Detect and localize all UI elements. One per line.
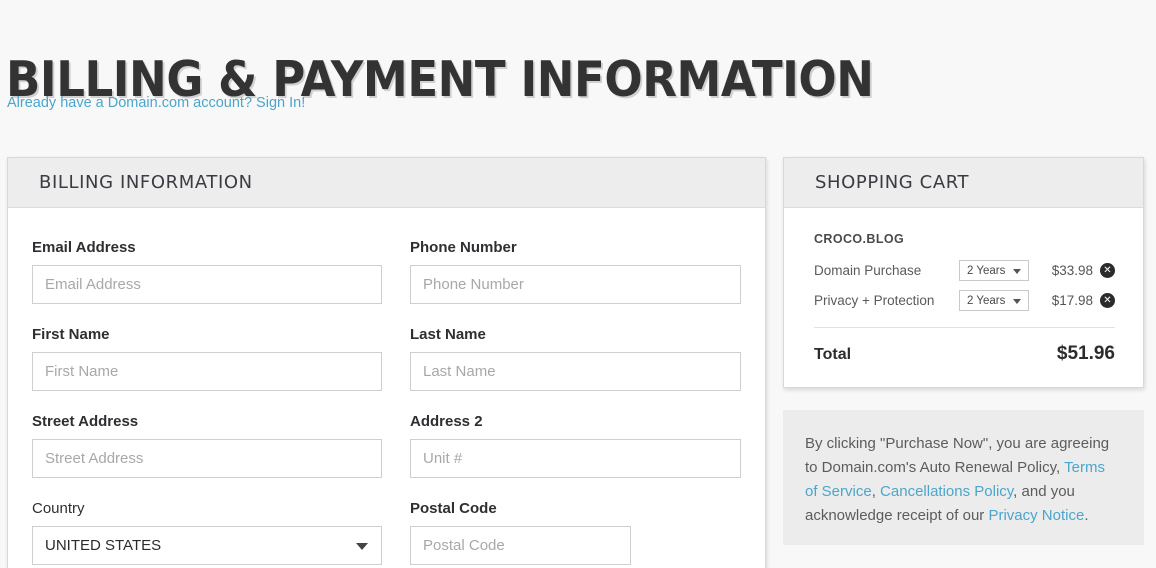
cart-total-label: Total bbox=[814, 346, 852, 363]
field-postal-code: Postal Code bbox=[410, 499, 741, 565]
close-circle-icon[interactable]: ✕ bbox=[1100, 293, 1115, 308]
email-address-input[interactable] bbox=[32, 265, 382, 304]
label-last-name: Last Name bbox=[410, 326, 486, 343]
cart-item-row: Domain Purchase 2 Years $33.98 ✕ bbox=[814, 260, 1115, 281]
term-select-value: 2 Years bbox=[967, 294, 1006, 307]
label-country: Country bbox=[32, 500, 85, 517]
field-phone-number: Phone Number bbox=[410, 238, 741, 304]
field-first-name: First Name bbox=[32, 325, 382, 391]
billing-panel-title: BILLING INFORMATION bbox=[39, 172, 253, 193]
label-address-2: Address 2 bbox=[410, 413, 483, 430]
cart-panel-title: SHOPPING CART bbox=[815, 172, 970, 193]
field-last-name: Last Name bbox=[410, 325, 741, 391]
cart-item-label: Domain Purchase bbox=[814, 263, 922, 278]
chevron-down-icon bbox=[1013, 268, 1021, 274]
street-address-input[interactable] bbox=[32, 439, 382, 478]
cancellations-policy-link[interactable]: Cancellations Policy bbox=[880, 483, 1013, 500]
signin-link[interactable]: Already have a Domain.com account? Sign … bbox=[7, 94, 305, 112]
billing-form: Email Address Phone Number First Name La… bbox=[8, 208, 765, 568]
field-street-address: Street Address bbox=[32, 412, 382, 478]
billing-panel-header: BILLING INFORMATION bbox=[8, 158, 765, 208]
purchase-disclaimer: By clicking "Purchase Now", you are agre… bbox=[783, 410, 1144, 545]
country-select-value[interactable]: UNITED STATES bbox=[32, 526, 382, 565]
cart-total-value: $51.96 bbox=[1056, 343, 1115, 364]
cart-domain-name: CROCO.BLOG bbox=[814, 232, 905, 246]
cart-item-price: $33.98 bbox=[1051, 263, 1093, 278]
postal-code-input[interactable] bbox=[410, 526, 631, 565]
first-name-input[interactable] bbox=[32, 352, 382, 391]
shopping-cart-panel: SHOPPING CART CROCO.BLOG Domain Purchase… bbox=[783, 157, 1144, 388]
close-circle-icon[interactable]: ✕ bbox=[1100, 263, 1115, 278]
cart-item-row: Privacy + Protection 2 Years $17.98 ✕ bbox=[814, 290, 1115, 311]
country-select[interactable]: UNITED STATES bbox=[32, 526, 382, 565]
term-select-value: 2 Years bbox=[967, 264, 1006, 277]
field-address-2: Address 2 bbox=[410, 412, 741, 478]
cart-item-label: Privacy + Protection bbox=[814, 293, 935, 308]
label-phone-number: Phone Number bbox=[410, 239, 517, 256]
cart-item-price: $17.98 bbox=[1051, 293, 1093, 308]
phone-number-input[interactable] bbox=[410, 265, 741, 304]
label-street-address: Street Address bbox=[32, 413, 139, 430]
field-email-address: Email Address bbox=[32, 238, 382, 304]
disclaimer-text-2: , bbox=[871, 483, 881, 500]
cart-total-row: Total $51.96 bbox=[814, 328, 1115, 365]
address-2-input[interactable] bbox=[410, 439, 741, 478]
field-country: Country UNITED STATES bbox=[32, 499, 382, 565]
term-select-privacy-protection[interactable]: 2 Years bbox=[959, 290, 1029, 311]
term-select-domain-purchase[interactable]: 2 Years bbox=[959, 260, 1029, 281]
label-first-name: First Name bbox=[32, 326, 110, 343]
billing-information-panel: BILLING INFORMATION Email Address Phone … bbox=[7, 157, 766, 568]
billing-payment-page: BILLING & PAYMENT INFORMATION Already ha… bbox=[0, 0, 1156, 568]
label-postal-code: Postal Code bbox=[410, 500, 497, 517]
last-name-input[interactable] bbox=[410, 352, 741, 391]
chevron-down-icon bbox=[1013, 298, 1021, 304]
label-email-address: Email Address bbox=[32, 239, 136, 256]
privacy-notice-link[interactable]: Privacy Notice bbox=[988, 507, 1084, 524]
cart-body: CROCO.BLOG Domain Purchase 2 Years $33.9… bbox=[784, 208, 1143, 385]
cart-panel-header: SHOPPING CART bbox=[784, 158, 1143, 208]
disclaimer-text-4: . bbox=[1084, 507, 1089, 524]
